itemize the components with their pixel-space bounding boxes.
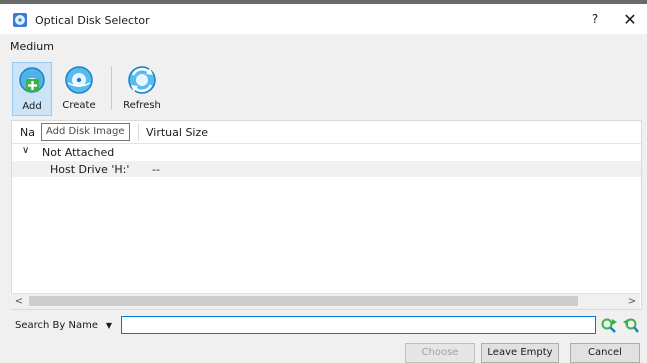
item-name: Host Drive 'H:'	[50, 163, 130, 176]
medium-section-label: Medium	[10, 40, 54, 53]
group-not-attached[interactable]: ∨ Not Attached	[12, 145, 641, 160]
add-disk-image-tooltip: Add Disk Image	[41, 123, 130, 141]
chevron-down-icon: ▼	[105, 321, 112, 330]
list-item[interactable]: Host Drive 'H:' --	[12, 161, 641, 177]
create-button[interactable]: Create	[56, 62, 102, 116]
help-button[interactable]: ?	[585, 12, 605, 30]
add-label: Add	[22, 101, 42, 112]
search-input[interactable]	[121, 316, 596, 334]
leave-empty-button[interactable]: Leave Empty	[481, 343, 559, 363]
search-forward-icon[interactable]	[600, 317, 618, 335]
list-header: Na Virtual Size Add Disk Image	[12, 121, 641, 144]
scrollbar-thumb[interactable]	[29, 296, 578, 306]
add-disk-icon	[19, 67, 45, 93]
refresh-label: Refresh	[123, 100, 161, 111]
title-bar: Optical Disk Selector ? ✕	[0, 4, 647, 34]
chevron-down-icon[interactable]: ∨	[22, 145, 29, 156]
scroll-left-arrow[interactable]: <	[11, 294, 27, 309]
search-mode-label: Search By Name	[15, 320, 98, 331]
horizontal-scrollbar[interactable]: < >	[11, 293, 640, 309]
search-backward-icon[interactable]	[622, 317, 640, 335]
medium-list[interactable]: Na Virtual Size Add Disk Image ∨ Not Att…	[11, 120, 642, 310]
search-mode-select[interactable]: Search By Name ▼	[11, 317, 120, 335]
window-title: Optical Disk Selector	[35, 14, 150, 27]
create-label: Create	[62, 100, 96, 111]
choose-button[interactable]: Choose	[405, 343, 475, 363]
add-button[interactable]: Add	[12, 62, 52, 116]
toolbar-separator	[111, 66, 112, 110]
column-divider[interactable]	[138, 123, 139, 141]
cancel-button[interactable]: Cancel	[570, 343, 640, 363]
optical-disk-icon	[13, 13, 27, 27]
refresh-button[interactable]: Refresh	[117, 62, 167, 116]
close-button[interactable]: ✕	[620, 10, 640, 30]
column-header-virtual-size[interactable]: Virtual Size	[146, 126, 208, 139]
search-bar: Search By Name ▼	[11, 316, 640, 336]
scroll-right-arrow[interactable]: >	[624, 294, 640, 309]
column-header-name[interactable]: Na	[20, 126, 35, 139]
create-disk-icon	[65, 66, 93, 94]
item-virtual-size: --	[152, 163, 160, 176]
group-label: Not Attached	[42, 146, 115, 159]
refresh-icon	[128, 66, 156, 94]
